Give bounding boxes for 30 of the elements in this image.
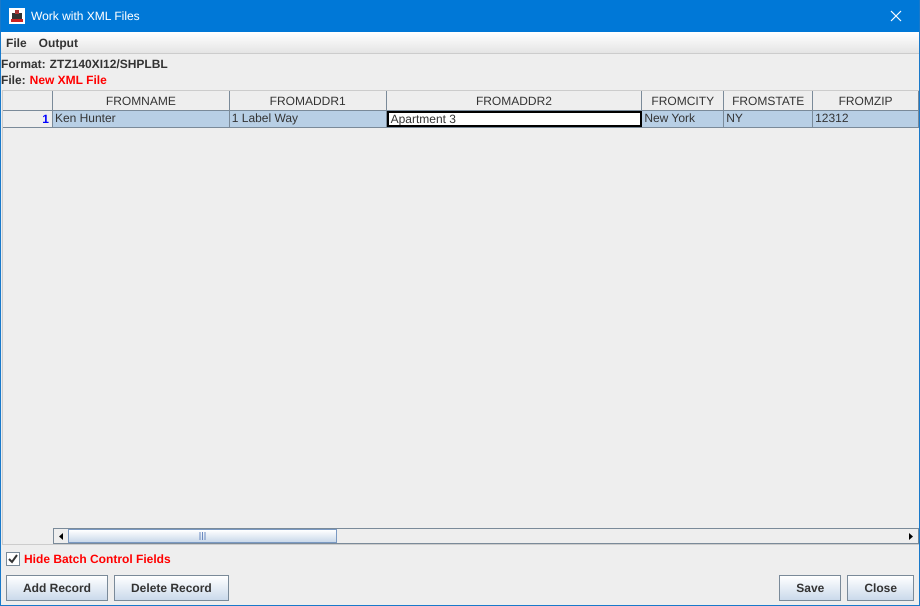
column-header[interactable]: FROMCITY — [642, 91, 724, 111]
format-label: Format: — [1, 57, 46, 71]
app-icon — [9, 8, 25, 24]
column-header[interactable]: FROMADDR2 — [386, 91, 642, 111]
scrollbar-thumb[interactable] — [68, 529, 337, 543]
dialog-button[interactable]: Save — [779, 575, 842, 601]
window-title: Work with XML Files — [31, 9, 141, 23]
table-cell: 12312 — [813, 111, 920, 127]
menu-item[interactable]: File — [6, 36, 27, 50]
column-header[interactable]: FROMSTATE — [724, 91, 814, 111]
right-arrow-icon[interactable] — [909, 532, 913, 540]
file-value: New XML File — [30, 73, 107, 87]
checkbox-label: Hide Batch Control Fields — [24, 552, 171, 566]
table-cell: Ken Hunter — [52, 111, 230, 127]
record-button[interactable]: Add Record — [6, 575, 108, 601]
horizontal-scrollbar[interactable] — [53, 528, 919, 544]
corner-header — [3, 91, 53, 111]
column-header[interactable]: FROMADDR1 — [230, 91, 387, 111]
dialog-button[interactable]: Close — [847, 575, 914, 601]
format-value: ZTZ140XI12/SHPLBL — [50, 57, 168, 71]
checkbox[interactable] — [6, 552, 20, 566]
left-arrow-icon[interactable] — [59, 532, 63, 540]
table-cell: New York — [642, 111, 724, 127]
table-cell: NY — [724, 111, 814, 127]
column-header[interactable]: FROMZIP — [813, 91, 920, 111]
column-header[interactable]: FROMNAME — [52, 91, 230, 111]
record-button[interactable]: Delete Record — [114, 575, 229, 601]
menu-item[interactable]: Output — [38, 36, 78, 50]
table-cell: 1 Label Way — [230, 111, 387, 127]
file-label: File: — [1, 73, 26, 87]
